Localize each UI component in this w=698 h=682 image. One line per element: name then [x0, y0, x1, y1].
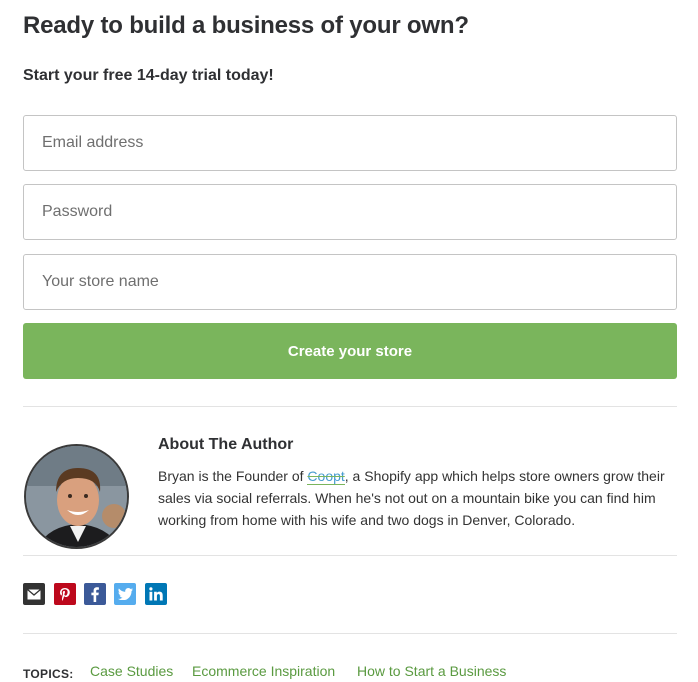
share-pinterest-button[interactable] — [54, 583, 76, 605]
share-facebook-button[interactable] — [84, 583, 106, 605]
share-email-button[interactable] — [23, 583, 45, 605]
store-name-field[interactable] — [23, 254, 677, 310]
create-store-button[interactable]: Create your store — [23, 323, 677, 379]
facebook-icon — [91, 586, 99, 602]
topic-link-how-to-start-a-business[interactable]: How to Start a Business — [357, 663, 506, 679]
author-bio-text: Bryan is the Founder of — [158, 468, 308, 484]
topic-link-ecommerce-inspiration[interactable]: Ecommerce Inspiration — [192, 663, 335, 679]
about-author-title: About The Author — [158, 436, 294, 453]
email-field[interactable] — [23, 115, 677, 171]
pinterest-icon — [60, 587, 70, 601]
signup-heading: Ready to build a business of your own? — [23, 12, 469, 39]
author-avatar — [24, 444, 129, 549]
mail-icon — [27, 588, 41, 599]
signup-subheading: Start your free 14-day trial today! — [23, 67, 274, 84]
password-field[interactable] — [23, 184, 677, 240]
topic-link-case-studies[interactable]: Case Studies — [90, 663, 173, 679]
share-linkedin-button[interactable] — [145, 583, 167, 605]
share-twitter-button[interactable] — [114, 583, 136, 605]
divider — [23, 555, 677, 556]
twitter-icon — [117, 588, 133, 600]
coopt-link[interactable]: Coopt — [307, 468, 345, 485]
linkedin-icon — [149, 587, 163, 601]
divider — [23, 406, 677, 407]
topics-label: TOPICS: — [23, 667, 74, 681]
author-bio: Bryan is the Founder of Coopt, a Shopify… — [158, 465, 683, 531]
author-photo — [26, 446, 127, 547]
divider — [23, 633, 677, 634]
